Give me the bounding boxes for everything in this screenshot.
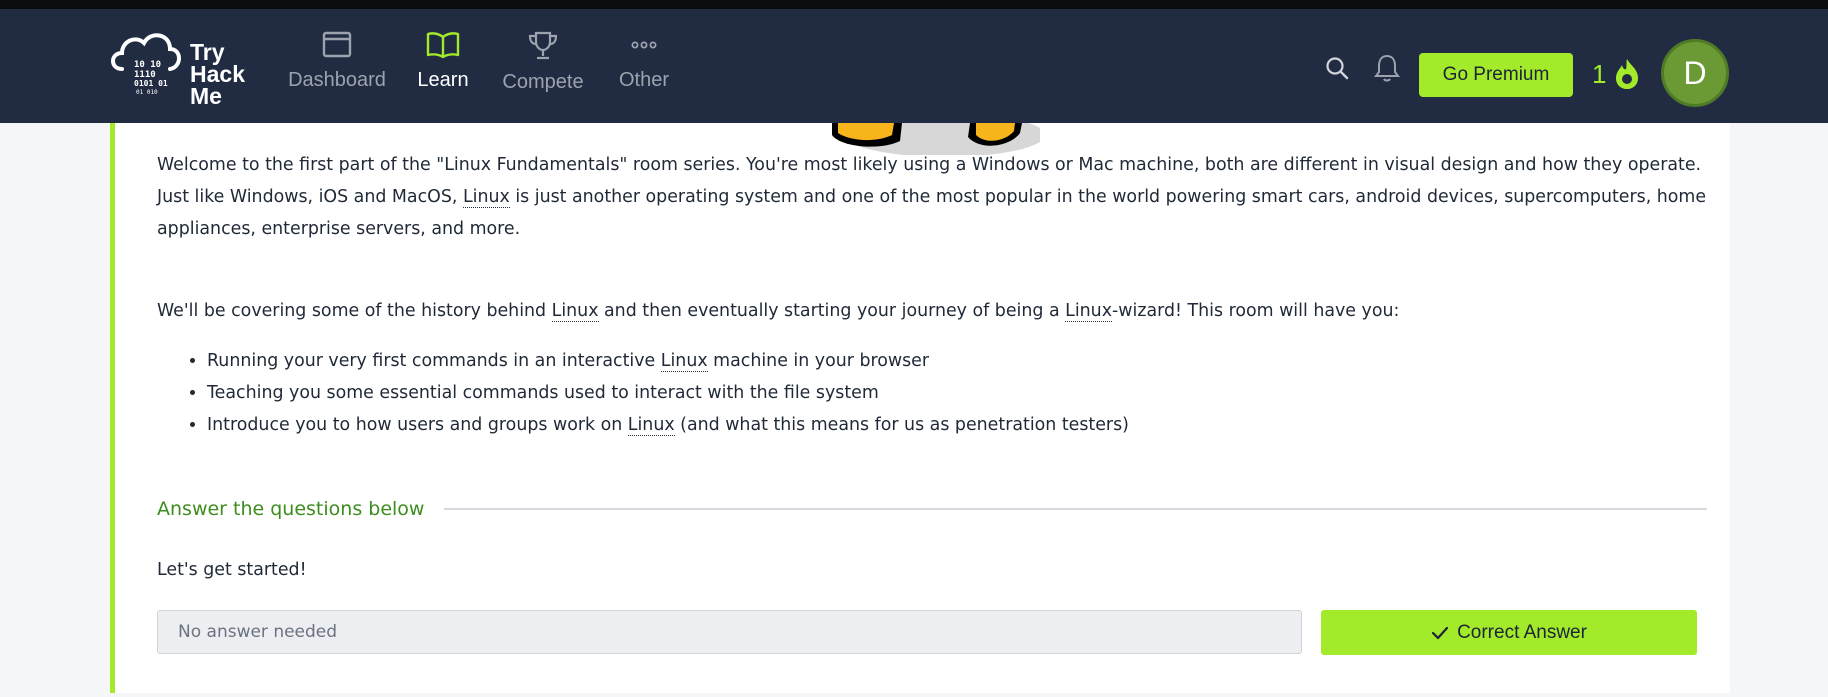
logo-line-try: Try [190, 39, 225, 65]
nav-dashboard[interactable]: Dashboard [287, 9, 387, 123]
correct-answer-label: Correct Answer [1457, 621, 1587, 643]
search-button[interactable] [1324, 55, 1350, 85]
linux-glossary-link[interactable]: Linux [627, 415, 675, 436]
linux-glossary-link[interactable]: Linux [462, 187, 510, 208]
nav-label: Dashboard [288, 69, 386, 91]
search-icon [1326, 57, 1349, 80]
logo-line-me: Me [190, 83, 222, 109]
trophy-icon [528, 31, 558, 60]
nav-other[interactable]: Other [612, 9, 676, 123]
notifications-button[interactable] [1373, 53, 1401, 87]
user-avatar[interactable]: D [1661, 39, 1729, 107]
nav-learn[interactable]: Learn [409, 9, 477, 123]
overview-text-end: -wizard! This room will have you: [1112, 301, 1400, 321]
streak-count: 1 [1592, 58, 1607, 89]
questions-heading: Answer the questions below [157, 498, 425, 520]
top-navbar: 10 10 1110 0101 01 01 010 Try Hack Me Da… [0, 9, 1828, 123]
cloud-logo-icon: 10 10 1110 0101 01 01 010 [111, 33, 181, 96]
overview-text: We'll be covering some of the history be… [157, 301, 552, 321]
svg-text:01 010: 01 010 [136, 89, 158, 96]
list-item-text-cont: machine in your browser [707, 351, 930, 371]
list-item: Teaching you some essential commands use… [207, 377, 1607, 409]
intro-paragraph: Welcome to the first part of the "Linux … [157, 149, 1717, 245]
nav-compete[interactable]: Compete [500, 9, 586, 123]
tryhackme-logo[interactable]: 10 10 1110 0101 01 01 010 Try Hack Me [108, 23, 258, 113]
streak-counter[interactable]: 1 [1592, 57, 1642, 91]
more-icon [631, 41, 657, 49]
svg-text:0101 01: 0101 01 [134, 79, 168, 88]
objectives-list: Running your very first commands in an i… [207, 345, 1607, 441]
overview-text-cont: and then eventually starting your journe… [598, 301, 1066, 321]
heading-divider [444, 508, 1707, 510]
list-item-text: Running your very first commands in an i… [207, 351, 661, 371]
overview-paragraph: We'll be covering some of the history be… [157, 295, 1717, 327]
list-item: Introduce you to how users and groups wo… [207, 409, 1607, 441]
linux-glossary-link[interactable]: Linux [1065, 301, 1112, 322]
task-content-card: Welcome to the first part of the "Linux … [110, 123, 1730, 693]
dashboard-icon [322, 31, 352, 58]
linux-glossary-link[interactable]: Linux [660, 351, 708, 372]
flame-icon [1616, 59, 1639, 89]
nav-label: Learn [417, 69, 469, 91]
question-text: Let's get started! [157, 560, 307, 580]
questions-section-header: Answer the questions below [157, 498, 1707, 520]
linux-glossary-link[interactable]: Linux [551, 301, 599, 322]
bell-icon [1374, 54, 1400, 82]
nav-label: Other [618, 69, 670, 91]
browser-top-strip [0, 0, 1828, 9]
list-item: Running your very first commands in an i… [207, 345, 1607, 377]
answer-input[interactable] [157, 610, 1302, 654]
checkmark-icon [1431, 626, 1449, 639]
nav-label: Compete [502, 71, 584, 93]
logo-wordmark: Try Hack Me [190, 39, 245, 109]
logo-line-hack: Hack [190, 61, 245, 87]
list-item-text-cont: (and what this means for us as penetrati… [674, 415, 1129, 435]
list-item-text: Introduce you to how users and groups wo… [207, 415, 628, 435]
list-item-text: Teaching you some essential commands use… [207, 383, 879, 403]
svg-text:10 10: 10 10 [134, 60, 161, 70]
correct-answer-button[interactable]: Correct Answer [1321, 610, 1697, 655]
book-icon [426, 32, 460, 59]
go-premium-button[interactable]: Go Premium [1419, 53, 1573, 97]
